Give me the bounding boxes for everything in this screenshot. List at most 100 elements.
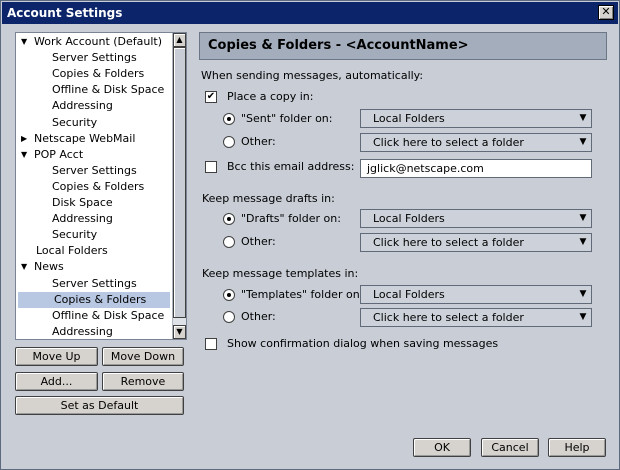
drafts-other-value: Click here to select a folder xyxy=(373,236,524,249)
templates-folder-dropdown[interactable]: Local Folders ▼ xyxy=(360,285,592,304)
sent-other-dropdown[interactable]: Click here to select a folder ▼ xyxy=(360,133,592,152)
tree-item[interactable]: ▶ Netscape WebMail xyxy=(16,131,172,147)
tree-item-label: Work Account (Default) xyxy=(34,35,163,48)
tree-item-label: Server Settings xyxy=(52,51,137,65)
tree-item-label: Disk Space xyxy=(52,196,113,209)
help-button[interactable]: Help xyxy=(548,438,606,457)
sent-folder-value: Local Folders xyxy=(373,112,445,125)
window-title: Account Settings xyxy=(7,6,123,20)
chevron-down-icon: ▼ xyxy=(579,312,587,322)
drafts-folder-value: Local Folders xyxy=(373,212,445,225)
add-button[interactable]: Add... xyxy=(15,372,98,391)
tree-item-label: Copies & Folders xyxy=(54,292,147,306)
tree-item-label: Addressing xyxy=(52,324,113,338)
close-icon[interactable]: ✕ xyxy=(598,5,614,20)
tree-item[interactable]: Offline & Disk Space xyxy=(16,308,172,324)
expanded-twisty-icon[interactable]: ▼ xyxy=(21,38,29,46)
tree-item[interactable]: Addressing xyxy=(16,98,172,114)
sent-other-label: Other: xyxy=(241,135,276,148)
remove-button[interactable]: Remove xyxy=(102,372,184,391)
expanded-twisty-icon[interactable]: ▼ xyxy=(21,150,29,159)
templates-folder-radio[interactable] xyxy=(223,289,235,301)
sent-other-radio[interactable] xyxy=(223,136,235,148)
scroll-thumb[interactable] xyxy=(173,47,186,318)
tree-item-label: Security xyxy=(52,228,98,242)
tree-item[interactable]: Offline & Disk Space xyxy=(16,82,172,98)
tree-item[interactable]: ▼ POP Acct xyxy=(16,147,172,163)
place-copy-checkbox[interactable]: ✔ xyxy=(205,91,217,103)
tree-item[interactable]: Local Folders xyxy=(16,243,172,259)
ok-button[interactable]: OK xyxy=(413,438,471,457)
tree-item[interactable]: Copies & Folders xyxy=(16,66,172,82)
panel-title: Copies & Folders - <AccountName> xyxy=(199,32,607,60)
tree-item-label: Offline & Disk Space xyxy=(52,308,165,322)
tree-item[interactable]: Security xyxy=(16,227,172,243)
drafts-folder-radio[interactable] xyxy=(223,213,235,225)
sent-other-value: Click here to select a folder xyxy=(373,136,524,149)
confirm-dialog-label: Show confirmation dialog when saving mes… xyxy=(227,337,499,350)
cancel-button[interactable]: Cancel xyxy=(481,438,539,457)
tree-item-label: Netscape WebMail xyxy=(34,131,136,145)
move-down-button[interactable]: Move Down xyxy=(102,347,184,366)
drafts-folder-dropdown[interactable]: Local Folders ▼ xyxy=(360,209,592,228)
sent-folder-dropdown[interactable]: Local Folders ▼ xyxy=(360,109,592,128)
drafts-other-label: Other: xyxy=(241,235,276,248)
tree-item-label: Copies & Folders xyxy=(52,67,145,81)
tree-item-label: Addressing xyxy=(52,99,113,113)
sent-folder-label: "Sent" folder on: xyxy=(241,112,333,125)
confirm-dialog-checkbox[interactable] xyxy=(205,338,217,350)
sent-folder-radio[interactable] xyxy=(223,113,235,125)
chevron-down-icon: ▼ xyxy=(579,237,587,247)
tree-item-label: POP Acct xyxy=(34,147,84,161)
tree-item-label: Local Folders xyxy=(36,244,108,258)
move-up-button[interactable]: Move Up xyxy=(15,347,98,366)
set-as-default-button[interactable]: Set as Default xyxy=(15,396,184,415)
tree-item[interactable]: Server Settings xyxy=(16,50,172,66)
title-bar: Account Settings ✕ xyxy=(2,2,618,24)
bcc-checkbox[interactable] xyxy=(205,161,217,173)
tree-item-label: Server Settings xyxy=(52,276,137,290)
tree-item[interactable]: Copies & Folders xyxy=(18,291,170,308)
account-tree[interactable]: ▼ Work Account (Default) Server Settings Co… xyxy=(15,32,187,340)
templates-folder-value: Local Folders xyxy=(373,288,445,301)
tree-item-label: Offline & Disk Space xyxy=(52,83,165,97)
tree-scrollbar[interactable]: ▲ ▼ xyxy=(172,33,186,339)
tree-item[interactable]: Server Settings xyxy=(16,276,172,292)
templates-other-radio[interactable] xyxy=(223,311,235,323)
tree-item[interactable]: Copies & Folders xyxy=(16,179,172,195)
place-copy-label: Place a copy in: xyxy=(227,90,314,103)
templates-other-value: Click here to select a folder xyxy=(373,311,524,324)
tree-item-label: Security xyxy=(52,115,98,129)
tree-item[interactable]: ▼ News xyxy=(16,259,172,275)
drafts-folder-label: "Drafts" folder on: xyxy=(241,212,341,225)
bcc-email-input[interactable]: jglick@netscape.com xyxy=(360,159,592,178)
account-settings-window: Account Settings ✕ ▼ Work Account (Defaul… xyxy=(0,0,620,470)
tree-item[interactable]: Addressing xyxy=(16,211,172,227)
bcc-label: Bcc this email address: xyxy=(227,160,355,173)
sending-label: When sending messages, automatically: xyxy=(201,69,424,82)
tree-item[interactable]: Disk Space xyxy=(16,195,172,211)
scroll-up-icon[interactable]: ▲ xyxy=(173,33,186,47)
templates-folder-label: "Templates" folder on: xyxy=(241,288,364,301)
tree-item[interactable]: Security xyxy=(16,115,172,131)
drafts-other-dropdown[interactable]: Click here to select a folder ▼ xyxy=(360,233,592,252)
tree-item[interactable]: Addressing xyxy=(16,324,172,339)
drafts-label: Keep message drafts in: xyxy=(202,192,335,205)
tree-item[interactable]: ▼ Work Account (Default) xyxy=(16,34,172,50)
tree-item-label: Copies & Folders xyxy=(52,179,145,193)
tree-item-label: Addressing xyxy=(52,212,113,226)
scroll-down-icon[interactable]: ▼ xyxy=(173,325,186,339)
drafts-other-radio[interactable] xyxy=(223,236,235,248)
expanded-twisty-icon[interactable]: ▼ xyxy=(21,263,29,271)
chevron-down-icon: ▼ xyxy=(579,289,587,299)
tree-item-label: News xyxy=(34,260,64,274)
templates-other-dropdown[interactable]: Click here to select a folder ▼ xyxy=(360,308,592,327)
templates-label: Keep message templates in: xyxy=(202,267,359,280)
templates-other-label: Other: xyxy=(241,310,276,323)
tree-item[interactable]: Server Settings xyxy=(16,163,172,179)
tree-item-label: Server Settings xyxy=(52,163,137,177)
chevron-down-icon: ▼ xyxy=(579,137,587,147)
chevron-down-icon: ▼ xyxy=(579,213,587,223)
chevron-down-icon: ▼ xyxy=(579,113,587,123)
collapsed-twisty-icon[interactable]: ▶ xyxy=(21,134,29,143)
